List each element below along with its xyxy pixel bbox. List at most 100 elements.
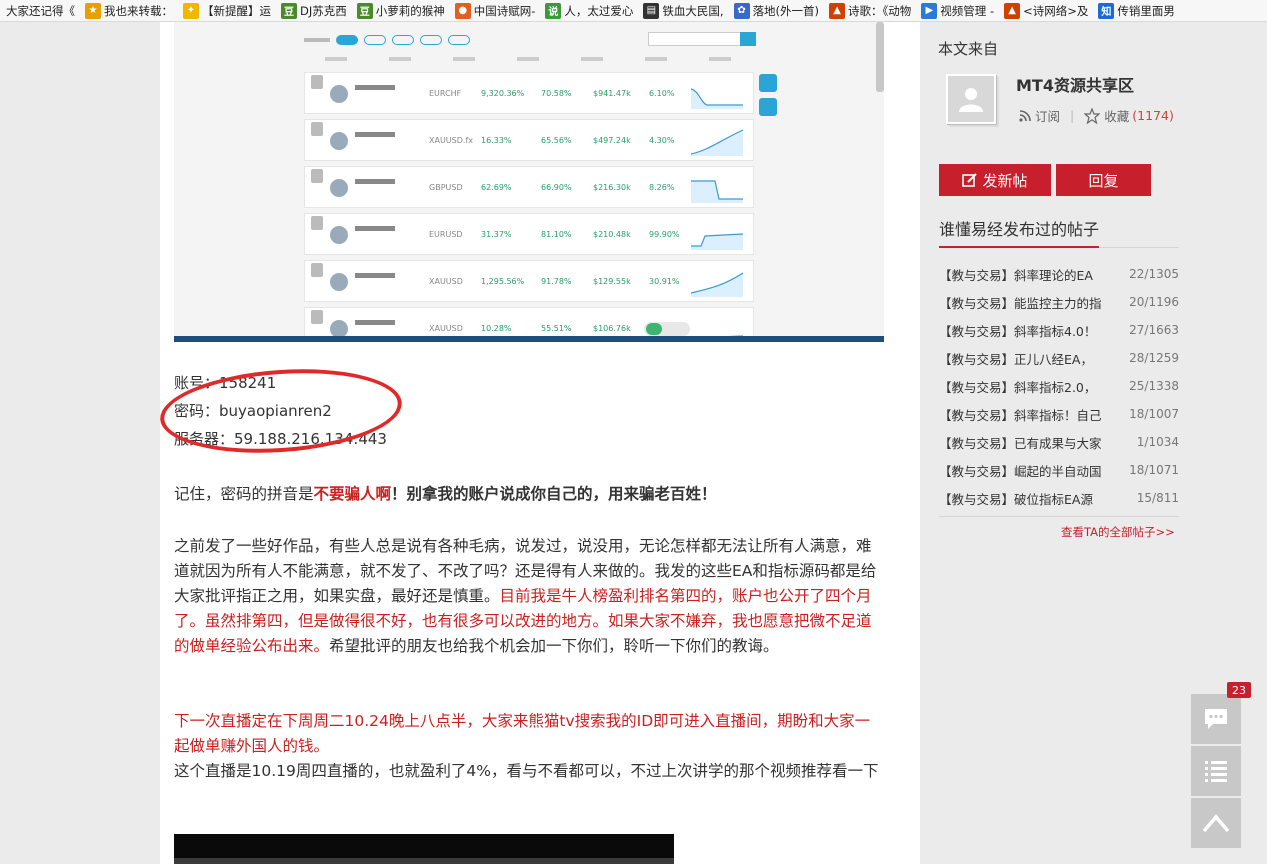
post-list-item[interactable]: 【教与交易】斜率指标4.0！ 27/1663 (939, 316, 1179, 344)
balance: $210.48k (593, 230, 631, 239)
profit: 16.33% (481, 136, 512, 145)
bookmark-item[interactable]: 知传销里面男 (1098, 2, 1175, 19)
post-title[interactable]: 【教与交易】破位指标EA源 (939, 489, 1093, 508)
divider: | (1070, 108, 1075, 123)
bookmark-item[interactable]: 豆小萝莉的猴神 (356, 2, 445, 19)
sparkline (691, 272, 743, 297)
screenshot-table-row: GBPUSD 62.69% 66.90% $216.30k 8.26% (304, 166, 754, 208)
post-title[interactable]: 【教与交易】能监控主力的指 (939, 293, 1102, 312)
post-title[interactable]: 【教与交易】斜率指标！自己 (939, 405, 1102, 424)
post-list-item[interactable]: 【教与交易】斜率指标2.0， 25/1338 (939, 372, 1179, 400)
balance: $129.55k (593, 277, 631, 286)
group-name[interactable]: MT4资源共享区 (1016, 72, 1134, 96)
balance: $216.30k (593, 183, 631, 192)
sparkline (691, 129, 743, 156)
balance: $106.76k (593, 324, 631, 333)
new-post-button[interactable]: 发新帖 (939, 164, 1051, 196)
post-title[interactable]: 【教与交易】崛起的半自动国 (939, 461, 1102, 480)
post-list-item[interactable]: 【教与交易】已有成果与大家 1/1034 (939, 428, 1179, 456)
symbol: EURUSD (429, 230, 463, 239)
bookmark-favicon-icon: ▲ (829, 2, 846, 19)
subscribe-link[interactable]: 订阅 (1035, 106, 1060, 125)
bookmark-favicon-icon: ✦ (183, 2, 199, 19)
post-stats: 20/1196 (1129, 295, 1179, 309)
post-list-item[interactable]: 【教与交易】正儿八经EA， 28/1259 (939, 344, 1179, 372)
catalog-button[interactable] (1191, 746, 1241, 796)
bookmark-favicon-icon: 豆 (281, 2, 297, 19)
trader-name (355, 226, 395, 231)
post-stats: 15/811 (1136, 491, 1179, 505)
post-title[interactable]: 【教与交易】斜率指标2.0， (939, 377, 1096, 396)
all-posts-link[interactable]: 查看TA的全部帖子>> (1061, 524, 1175, 540)
bookmark-item[interactable]: ✦ 【新提醒】运 (183, 2, 271, 19)
bookmark-item[interactable]: ▤ 铁血大民国, (643, 2, 724, 19)
bookmark-favicon-icon: ▤ (643, 2, 660, 19)
bookmark-favicon-icon: 知 (1098, 2, 1115, 19)
favorite-count: (1174) (1132, 108, 1174, 123)
embedded-screenshot: EURCHF 9,320.36% 70.58% $941.47k 6.10% XAUUSD… (174, 22, 884, 342)
bookmark-label: DJ苏克西 (300, 3, 347, 18)
bookmark-favicon-icon: ✿ (733, 2, 750, 19)
avatar (330, 179, 348, 197)
bookmark-item[interactable]: 豆 DJ苏克西 (281, 2, 347, 19)
back-to-top-button[interactable] (1191, 798, 1241, 848)
bookmark-item[interactable]: 说人，太过爱心 (545, 2, 634, 19)
star-icon[interactable] (1084, 107, 1101, 124)
screenshot-table-row: EURUSD 31.37% 81.10% $210.48k 99.90% (304, 213, 754, 255)
bookmark-item[interactable]: ▶ 视频管理 - (921, 2, 994, 19)
drawdown: 30.91% (649, 277, 680, 286)
favorite-link[interactable]: 收藏 (1104, 106, 1129, 125)
post-stats: 1/1034 (1136, 435, 1179, 449)
bookmark-item[interactable]: ▲ <诗网络>及 (1004, 2, 1088, 19)
profit: 10.28% (481, 324, 512, 333)
sparkline (691, 88, 743, 109)
screenshot-search-button (740, 32, 756, 46)
post-title[interactable]: 【教与交易】斜率指标4.0！ (939, 321, 1096, 340)
post-list-item[interactable]: 【教与交易】破位指标EA源 15/811 (939, 484, 1179, 512)
rank-badge (311, 122, 323, 136)
text: ！别拿我的账户说成你自己的，用来骗老百姓！ (391, 485, 717, 503)
bookmark-favicon-icon: 说 (545, 2, 562, 19)
win-rate: 66.90% (541, 183, 572, 192)
screenshot-table-row: XAUUSD.fx 16.33% 65.56% $497.24k 4.30% (304, 119, 754, 161)
bookmark-label: 传销里面男 (1117, 3, 1175, 18)
post-title[interactable]: 【教与交易】已有成果与大家 (939, 433, 1102, 452)
screenshot-qq-icon (759, 98, 777, 116)
bookmark-label: 大家还记得《 (6, 3, 75, 18)
symbol: XAUUSD.fx (429, 136, 473, 145)
group-avatar[interactable] (946, 74, 996, 124)
bookmark-label: 【新提醒】运 (202, 3, 271, 18)
screenshot-table-header (304, 54, 752, 64)
reply-button[interactable]: 回复 (1056, 164, 1151, 196)
win-rate: 81.10% (541, 230, 572, 239)
post-title[interactable]: 【教与交易】斜率理论的EA (939, 265, 1093, 284)
post-list-item[interactable]: 【教与交易】斜率理论的EA 22/1305 (939, 260, 1179, 288)
post-list-item[interactable]: 【教与交易】斜率指标！自己 18/1007 (939, 400, 1179, 428)
bookmark-item[interactable]: 大家还记得《 (6, 3, 75, 19)
post-list-item[interactable]: 【教与交易】能监控主力的指 20/1196 (939, 288, 1179, 316)
bookmark-item[interactable]: ● 中国诗赋网- (454, 2, 535, 19)
bookmark-label: 铁血大民国, (662, 3, 724, 18)
bookmark-item[interactable]: ▲ 诗歌：《动物 (829, 2, 912, 19)
new-post-label: 发新帖 (982, 171, 1028, 190)
comment-button[interactable] (1191, 694, 1241, 744)
bookmark-label: 诗歌：《动物 (848, 3, 912, 18)
trader-name (355, 320, 395, 325)
post-list-item[interactable]: 【教与交易】崛起的半自动国 18/1071 (939, 456, 1179, 484)
bookmark-item[interactable]: ★ 我也来转载： (85, 2, 173, 19)
text: 这个直播是10.19周四直播的，也就盈利了4%，看与不看都可以，不过上次讲学的那… (174, 762, 879, 780)
text: 希望批评的朋友也给我个机会加一下你们，聆听一下你们的教诲。 (329, 637, 779, 655)
video-player[interactable] (174, 834, 674, 864)
symbol: GBPUSD (429, 183, 463, 192)
rank-badge (311, 169, 323, 183)
bookmark-label: 人，太过爱心 (564, 3, 634, 18)
post-title[interactable]: 【教与交易】正儿八经EA， (939, 349, 1093, 368)
bookmark-item[interactable]: ✿ 落地(外一首) (733, 2, 819, 19)
paragraph-live-stream: 下一次直播定在下周周二10.24晚上八点半，大家来熊猫tv搜索我的ID即可进入直… (174, 709, 880, 784)
divider (939, 246, 1179, 248)
profit: 31.37% (481, 230, 512, 239)
divider (939, 516, 1179, 517)
bookmark-favicon-icon: ● (454, 2, 471, 19)
screenshot-qq-icon (759, 74, 777, 92)
scrollbar-thumb[interactable] (876, 22, 884, 92)
